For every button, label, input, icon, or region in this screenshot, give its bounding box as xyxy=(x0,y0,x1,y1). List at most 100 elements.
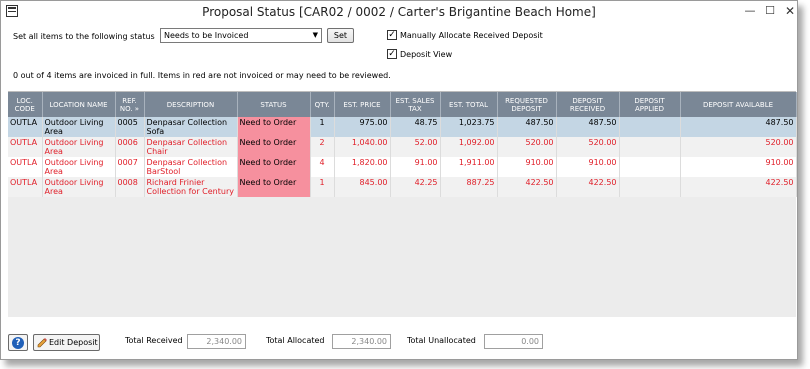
status-dropdown[interactable]: Needs to be Invoiced ▼ xyxy=(160,28,322,43)
maximize-button[interactable]: ☐ xyxy=(762,4,778,18)
manual-allocate-label: Manually Allocate Received Deposit xyxy=(400,31,543,40)
cell-ref: 0007 xyxy=(115,157,145,177)
pencil-icon xyxy=(37,338,47,348)
close-button[interactable]: ✕ xyxy=(782,4,798,18)
total-received-field: 2,340.00 xyxy=(187,334,246,349)
cell-est-total: 1,092.00 xyxy=(440,137,498,157)
header-est-total[interactable]: EST. TOTAL xyxy=(440,92,498,117)
cell-loc-code: OUTLA xyxy=(8,137,43,157)
total-unallocated-field: 0.00 xyxy=(484,334,543,349)
table-row[interactable]: OUTLA Outdoor Living Area 0006 Denpasar C… xyxy=(8,137,797,157)
cell-deposit-available: 487.50 xyxy=(680,117,797,137)
cell-deposit-applied[interactable] xyxy=(619,117,681,137)
check-icon: ✓ xyxy=(388,30,396,40)
cell-loc-code: OUTLA xyxy=(8,157,43,177)
table-row[interactable]: OUTLA Outdoor Living Area 0008 Richard Fr… xyxy=(8,177,797,197)
cell-est-total: 1,023.75 xyxy=(440,117,498,137)
cell-description: Denpasar Collection Chair xyxy=(144,137,238,157)
deposit-view-checkbox[interactable]: ✓ xyxy=(387,49,397,59)
cell-location: Outdoor Living Area xyxy=(42,177,116,197)
cell-est-total: 887.25 xyxy=(440,177,498,197)
check-icon: ✓ xyxy=(388,49,396,59)
help-icon: ? xyxy=(12,337,24,349)
cell-requested-deposit: 520.00 xyxy=(497,137,557,157)
header-deposit-available[interactable]: DEPOSIT AVAILABLE xyxy=(680,92,797,117)
cell-loc-code: OUTLA xyxy=(8,177,43,197)
header-ref-no[interactable]: REF. NO. » xyxy=(115,92,145,117)
cell-deposit-available: 910.00 xyxy=(680,157,797,177)
cell-est-sales-tax: 52.00 xyxy=(390,137,441,157)
header-est-price[interactable]: EST. PRICE xyxy=(334,92,391,117)
items-grid: LOC. CODE LOCATION NAME REF. NO. » DESCRIP… xyxy=(8,91,797,317)
minimize-button[interactable]: — xyxy=(742,4,758,18)
cell-deposit-received[interactable]: 422.50 xyxy=(556,177,620,197)
cell-status[interactable]: Need to Order xyxy=(237,177,311,197)
header-loc-code[interactable]: LOC. CODE xyxy=(8,92,43,117)
cell-loc-code: OUTLA xyxy=(8,117,43,137)
header-status[interactable]: STATUS xyxy=(237,92,311,117)
cell-qty: 1 xyxy=(310,177,335,197)
set-all-status-label: Set all items to the following status xyxy=(13,32,155,41)
cell-est-price: 1,820.00 xyxy=(334,157,391,177)
cell-description: Richard Frinier Collection for Century xyxy=(144,177,238,197)
cell-status[interactable]: Need to Order xyxy=(237,117,311,137)
cell-est-price: 1,040.00 xyxy=(334,137,391,157)
cell-location: Outdoor Living Area xyxy=(42,157,116,177)
cell-deposit-received[interactable]: 487.50 xyxy=(556,117,620,137)
cell-est-total: 1,911.00 xyxy=(440,157,498,177)
title-bar: Proposal Status [CAR02 / 0002 / Carter's… xyxy=(1,1,797,23)
table-row[interactable]: OUTLA Outdoor Living Area 0005 Denpasar C… xyxy=(8,117,797,137)
cell-qty: 4 xyxy=(310,157,335,177)
cell-deposit-received[interactable]: 520.00 xyxy=(556,137,620,157)
cell-deposit-applied[interactable] xyxy=(619,177,681,197)
cell-status[interactable]: Need to Order xyxy=(237,137,311,157)
cell-qty: 2 xyxy=(310,137,335,157)
cell-deposit-available: 422.50 xyxy=(680,177,797,197)
header-deposit-received[interactable]: DEPOSIT RECEIVED xyxy=(556,92,620,117)
header-description[interactable]: DESCRIPTION xyxy=(144,92,238,117)
cell-deposit-applied[interactable] xyxy=(619,157,681,177)
manual-allocate-checkbox[interactable]: ✓ xyxy=(387,30,397,40)
cell-est-sales-tax: 91.00 xyxy=(390,157,441,177)
cell-est-price: 975.00 xyxy=(334,117,391,137)
help-button[interactable]: ? xyxy=(8,334,28,351)
cell-ref: 0005 xyxy=(115,117,145,137)
table-row[interactable]: OUTLA Outdoor Living Area 0007 Denpasar C… xyxy=(8,157,797,177)
table-header-row: LOC. CODE LOCATION NAME REF. NO. » DESCRIP… xyxy=(8,92,797,117)
deposit-view-label: Deposit View xyxy=(400,50,453,59)
cell-description: Denpasar Collection BarStool xyxy=(144,157,238,177)
edit-deposit-label: Edit Deposit xyxy=(49,338,98,347)
chevron-down-icon[interactable]: ▼ xyxy=(313,29,318,42)
header-qty[interactable]: QTY. xyxy=(310,92,335,117)
window-title: Proposal Status [CAR02 / 0002 / Carter's… xyxy=(202,5,596,19)
cell-est-sales-tax: 48.75 xyxy=(390,117,441,137)
edit-deposit-button[interactable]: Edit Deposit xyxy=(33,334,100,351)
cell-deposit-applied[interactable] xyxy=(619,137,681,157)
set-button[interactable]: Set xyxy=(327,28,354,43)
total-allocated-field: 2,340.00 xyxy=(332,334,391,349)
header-requested-deposit[interactable]: REQUESTED DEPOSIT xyxy=(497,92,557,117)
cell-ref: 0008 xyxy=(115,177,145,197)
cell-description: Denpasar Collection Sofa xyxy=(144,117,238,137)
cell-qty: 1 xyxy=(310,117,335,137)
header-location-name[interactable]: LOCATION NAME xyxy=(42,92,116,117)
total-unallocated-label: Total Unallocated xyxy=(407,336,476,345)
cell-requested-deposit: 422.50 xyxy=(497,177,557,197)
cell-location: Outdoor Living Area xyxy=(42,137,116,157)
cell-status[interactable]: Need to Order xyxy=(237,157,311,177)
cell-ref: 0006 xyxy=(115,137,145,157)
cell-deposit-available: 520.00 xyxy=(680,137,797,157)
cell-requested-deposit: 487.50 xyxy=(497,117,557,137)
cell-requested-deposit: 910.00 xyxy=(497,157,557,177)
cell-est-sales-tax: 42.25 xyxy=(390,177,441,197)
total-received-label: Total Received xyxy=(125,336,183,345)
cell-est-price: 845.00 xyxy=(334,177,391,197)
header-est-sales-tax[interactable]: EST. SALES TAX xyxy=(390,92,441,117)
proposal-status-window: Proposal Status [CAR02 / 0002 / Carter's… xyxy=(0,0,798,360)
total-allocated-label: Total Allocated xyxy=(266,336,325,345)
items-table: LOC. CODE LOCATION NAME REF. NO. » DESCRIP… xyxy=(8,92,797,197)
header-deposit-applied[interactable]: DEPOSIT APPLIED xyxy=(619,92,681,117)
cell-deposit-received[interactable]: 910.00 xyxy=(556,157,620,177)
invoice-summary-text: 0 out of 4 items are invoiced in full. I… xyxy=(13,71,391,80)
cell-location: Outdoor Living Area xyxy=(42,117,116,137)
